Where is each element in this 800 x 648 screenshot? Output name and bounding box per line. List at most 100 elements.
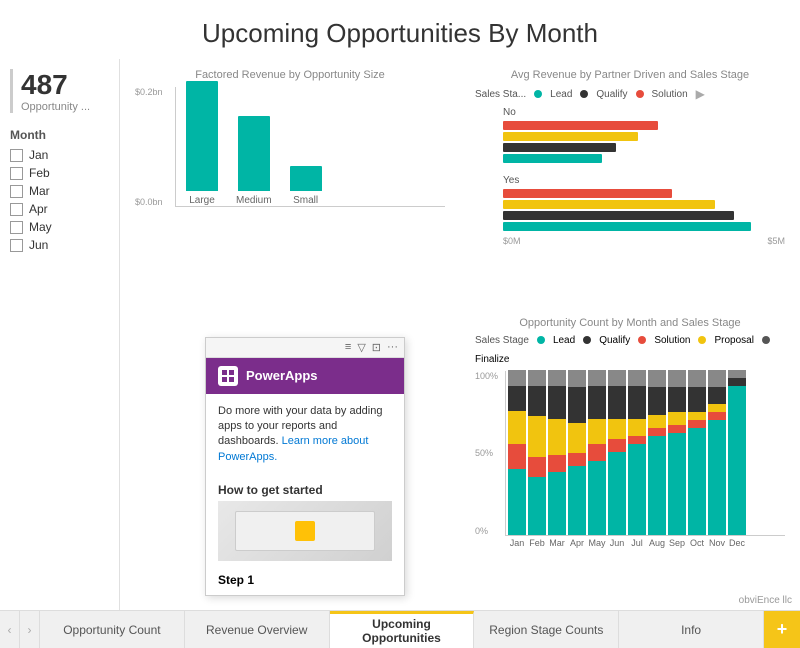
stack-segment	[568, 453, 586, 466]
stack-segment	[568, 466, 586, 535]
no-bar-1	[503, 121, 658, 130]
legend-arrow[interactable]: ▶	[696, 87, 705, 101]
toolbar-icon-2[interactable]: ▽	[357, 341, 365, 354]
step-image-inner	[235, 511, 374, 551]
filter-item-jan[interactable]: Jan	[10, 148, 119, 162]
x-label-apr: Apr	[568, 538, 586, 548]
stack-segment	[688, 420, 706, 428]
filter-label: Month	[10, 128, 119, 142]
yes-bar-4	[503, 222, 751, 231]
stack-segment	[668, 433, 686, 535]
stack-segment	[668, 370, 686, 387]
stack-segment	[728, 378, 746, 386]
powerapps-icon	[218, 366, 238, 386]
no-group: No	[503, 107, 785, 163]
stack-col-5	[608, 370, 626, 535]
x-label-aug: Aug	[648, 538, 666, 548]
no-bars	[503, 121, 785, 163]
add-tab-button[interactable]: +	[764, 611, 800, 648]
toolbar-icon-3[interactable]: ⊡	[372, 341, 381, 354]
stacked-bars	[505, 371, 785, 536]
bar-small: Small	[290, 166, 322, 206]
stack-col-7	[648, 370, 666, 535]
stack-segment	[708, 404, 726, 412]
stack-segment	[528, 370, 546, 387]
filter-item-feb[interactable]: Feb	[10, 166, 119, 180]
x-label-may: May	[588, 538, 606, 548]
no-bar-3	[503, 143, 616, 152]
stack-col-11	[728, 370, 746, 535]
dot-proposal	[698, 336, 706, 344]
checkbox-mar[interactable]	[10, 185, 23, 198]
tab-region-stage-counts[interactable]: Region Stage Counts	[474, 611, 619, 648]
filter-item-may[interactable]: May	[10, 220, 119, 234]
yes-bar-2	[503, 200, 715, 209]
y-100: 100%	[475, 371, 501, 381]
opportunity-count-chart: Opportunity Count by Month and Sales Sta…	[460, 307, 800, 611]
avg-revenue-legend: Sales Sta... Lead Qualify Solution ▶	[475, 87, 785, 101]
legend-dot-qualify	[580, 90, 588, 98]
tab-info[interactable]: Info	[619, 611, 764, 648]
stack-segment	[648, 428, 666, 436]
stack-segment	[648, 436, 666, 535]
stack-segment	[688, 412, 706, 420]
stack-segment	[528, 477, 546, 535]
stack-col-6	[628, 370, 646, 535]
stack-segment	[608, 386, 626, 419]
y-0: 0%	[475, 526, 501, 536]
stack-segment	[668, 425, 686, 433]
stack-segment	[528, 457, 546, 477]
month-label-apr: Apr	[29, 202, 48, 216]
stack-segment	[628, 370, 646, 387]
filter-item-apr[interactable]: Apr	[10, 202, 119, 216]
checkbox-feb[interactable]	[10, 167, 23, 180]
x-label-jan: Jan	[508, 538, 526, 548]
legend-solution: Solution	[654, 335, 690, 346]
main-container: Upcoming Opportunities By Month 487 Oppo…	[0, 0, 800, 648]
stack-segment	[568, 423, 586, 453]
powerapps-step-image	[218, 501, 392, 561]
stack-col-8	[668, 370, 686, 535]
stack-col-9	[688, 370, 706, 535]
no-label: No	[503, 107, 785, 118]
tab-upcoming-opportunities[interactable]: Upcoming Opportunities	[330, 611, 475, 648]
h-bar-chart: No Yes	[475, 107, 785, 246]
checkbox-may[interactable]	[10, 221, 23, 234]
kpi-label: Opportunity ...	[21, 101, 119, 113]
step-image-accent	[295, 521, 315, 541]
legend-sales-sta: Sales Sta...	[475, 89, 526, 100]
stack-segment	[528, 386, 546, 416]
toolbar-icon-4[interactable]: ···	[387, 341, 398, 353]
legend-finalize: Finalize	[475, 354, 509, 365]
content-area: 487 Opportunity ... Month JanFebMarAprMa…	[0, 59, 800, 610]
tab-opportunity-count[interactable]: Opportunity Count	[40, 611, 185, 648]
checkbox-jan[interactable]	[10, 149, 23, 162]
x-label-mar: Mar	[548, 538, 566, 548]
dot-solution	[638, 336, 646, 344]
powerapps-title: PowerApps	[246, 368, 318, 383]
stack-segment	[688, 387, 706, 412]
powerapps-popup[interactable]: ≡ ▽ ⊡ ···	[205, 337, 405, 597]
tab-revenue-overview[interactable]: Revenue Overview	[185, 611, 330, 648]
checkbox-apr[interactable]	[10, 203, 23, 216]
bar-small-rect	[290, 166, 322, 191]
stack-segment	[708, 420, 726, 535]
stack-segment	[628, 419, 646, 436]
legend-dot-solution	[636, 90, 644, 98]
x-label-jul: Jul	[628, 538, 646, 548]
bar-medium: Medium	[236, 116, 272, 206]
filter-item-jun[interactable]: Jun	[10, 238, 119, 252]
stacked-chart-inner: JanFebMarAprMayJunJulAugSepOctNovDec	[505, 371, 785, 550]
toolbar-icon-1[interactable]: ≡	[345, 341, 351, 353]
nav-prev[interactable]: ‹	[0, 611, 20, 648]
month-label-jan: Jan	[29, 148, 48, 162]
stack-segment	[648, 415, 666, 428]
filter-item-mar[interactable]: Mar	[10, 184, 119, 198]
stack-segment	[648, 387, 666, 415]
stack-col-3	[568, 370, 586, 535]
checkbox-jun[interactable]	[10, 239, 23, 252]
stack-segment	[628, 386, 646, 419]
nav-next[interactable]: ›	[20, 611, 40, 648]
factored-revenue-title: Factored Revenue by Opportunity Size	[135, 69, 445, 81]
y-label-top: $0.2bn	[135, 87, 163, 97]
